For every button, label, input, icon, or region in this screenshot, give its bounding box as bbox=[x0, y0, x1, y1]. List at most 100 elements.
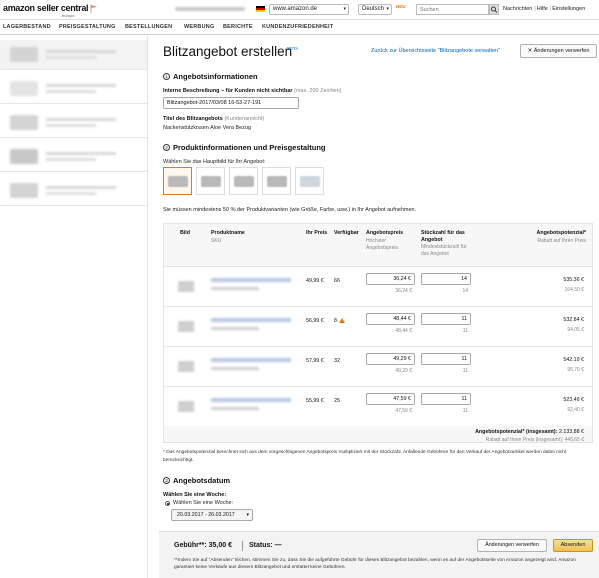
search-input[interactable] bbox=[416, 4, 489, 15]
offer-title-label: Titel des Blitzangebots (Kundenansicht) bbox=[163, 116, 265, 122]
product-image bbox=[178, 321, 194, 332]
amazon-logo[interactable]: amazon seller central bbox=[3, 3, 89, 13]
discount-value: 95,70 € bbox=[567, 367, 584, 373]
redacted-text bbox=[46, 124, 96, 127]
redacted-text bbox=[46, 84, 116, 87]
product-sku bbox=[211, 327, 259, 330]
deal-quantity-input[interactable]: 14 bbox=[421, 273, 471, 285]
page-title: Blitzangebot erstellen bbox=[163, 44, 293, 59]
sidebar-deal-item[interactable] bbox=[0, 142, 147, 172]
deal-quantity-input[interactable]: 11 bbox=[421, 353, 471, 365]
nav-pricing[interactable]: PREISGESTALTUNG bbox=[59, 24, 116, 30]
deal-quantity-input[interactable]: 11 bbox=[421, 313, 471, 325]
available-qty: 8 bbox=[334, 318, 345, 324]
max-offer-price: 48,44 € bbox=[395, 328, 412, 334]
offer-potential: 532,84 € bbox=[563, 317, 584, 323]
product-name-link[interactable] bbox=[211, 278, 291, 282]
help-link[interactable]: Hilfe bbox=[537, 6, 548, 12]
search-icon bbox=[491, 6, 498, 13]
offer-price-input[interactable]: 48,44 € bbox=[366, 313, 415, 325]
top-links: Nachrichten |Hilfe |Einstellungen bbox=[503, 6, 586, 12]
germany-flag-icon bbox=[256, 6, 265, 12]
main-image-option[interactable] bbox=[262, 167, 291, 195]
max-offer-price: 47,59 € bbox=[395, 408, 412, 414]
col-available: Verfügbar bbox=[334, 230, 359, 236]
week-date-select[interactable]: 20.03.2017 - 26.03.2017 ▾ bbox=[171, 509, 253, 521]
main-image-option[interactable] bbox=[295, 167, 324, 195]
flag-icon[interactable] bbox=[90, 4, 98, 13]
min-quantity: 11 bbox=[462, 408, 468, 414]
warning-icon[interactable] bbox=[338, 318, 345, 323]
submit-button[interactable]: Absenden bbox=[553, 539, 593, 552]
offer-price-input[interactable]: 49,29 € bbox=[366, 353, 415, 365]
internal-description-input[interactable]: Blitzangebot-2017/03/08 16-53-27-191 bbox=[163, 97, 299, 109]
deal-quantity-input[interactable]: 11 bbox=[421, 393, 471, 405]
product-image bbox=[300, 176, 320, 187]
product-name-link[interactable] bbox=[211, 318, 291, 322]
redacted-text bbox=[46, 158, 96, 161]
nav-reports[interactable]: BERICHTE bbox=[223, 24, 253, 30]
choose-week-label: Wählen Sie eine Woche: bbox=[163, 492, 227, 498]
chevron-down-icon: ▾ bbox=[246, 512, 249, 518]
product-image bbox=[178, 281, 194, 292]
redacted-text bbox=[46, 90, 96, 93]
discount-value: 164,50 € bbox=[564, 287, 584, 293]
settings-link[interactable]: Einstellungen bbox=[552, 6, 585, 12]
marketplace-select[interactable]: www.amazon.de ▾ bbox=[269, 4, 349, 15]
divider bbox=[242, 541, 243, 551]
step-number: 1 bbox=[163, 73, 170, 80]
product-image bbox=[168, 176, 188, 187]
your-price: 57,99 € bbox=[306, 358, 324, 364]
nav-orders[interactable]: BESTELLUNGEN bbox=[125, 24, 172, 30]
min-quantity: 11 bbox=[462, 368, 468, 374]
redacted-text bbox=[46, 152, 116, 155]
redacted-text bbox=[46, 186, 116, 189]
product-image bbox=[234, 176, 254, 187]
discard-changes-button[interactable]: ✕ Änderungen verwerfen bbox=[520, 44, 597, 58]
col-image: Bild bbox=[180, 230, 191, 236]
col-potential-sub: Rabatt auf Ihren Preis bbox=[537, 238, 586, 244]
back-to-overview-link[interactable]: Zurück zur Übersichtsseite "Blitzangebot… bbox=[371, 48, 500, 54]
messages-link[interactable]: Nachrichten bbox=[503, 6, 532, 12]
fee-amount: Gebühr**: 35,00 € bbox=[174, 542, 232, 549]
deal-sidebar bbox=[0, 36, 148, 578]
beta-badge: BETA bbox=[287, 46, 299, 51]
col-your-price: Ihr Preis bbox=[306, 230, 328, 236]
main-image-option[interactable] bbox=[196, 167, 225, 195]
language-select[interactable]: Deutsch ▾ bbox=[358, 4, 392, 15]
product-thumbnail bbox=[10, 115, 38, 130]
main-image-option[interactable] bbox=[163, 167, 192, 195]
sidebar-deal-item[interactable] bbox=[0, 108, 147, 138]
sidebar-deal-item[interactable] bbox=[0, 74, 147, 104]
week-radio-label[interactable]: Wählen Sie eine Woche: bbox=[173, 500, 233, 506]
product-table: Bild Produktname SKU Ihr Preis Verfügbar… bbox=[163, 223, 593, 443]
table-row: 55,99 € 25 47,59 € 47,59 € 11 11 523,49 … bbox=[164, 386, 592, 426]
offer-potential: 523,49 € bbox=[563, 397, 584, 403]
main-image-option[interactable] bbox=[229, 167, 258, 195]
offer-title-value: Nackenstützkissen Aloe Vera Bezug bbox=[163, 125, 252, 131]
offer-price-input[interactable]: 36,24 € bbox=[366, 273, 415, 285]
total-discount: Rabatt auf Ihren Preis (insgesamt): 446,… bbox=[485, 437, 584, 443]
product-sku bbox=[211, 407, 259, 410]
discard-changes-button-bottom[interactable]: Änderungen verwerfen bbox=[477, 539, 547, 552]
max-offer-price: 49,29 € bbox=[395, 368, 412, 374]
week-radio[interactable] bbox=[165, 501, 170, 506]
product-thumbnail bbox=[10, 47, 38, 62]
section-offer-date: 3 Angebotsdatum bbox=[163, 476, 230, 485]
search-button[interactable] bbox=[489, 4, 499, 15]
available-qty: 25 bbox=[334, 398, 340, 404]
offer-price-input[interactable]: 47,59 € bbox=[366, 393, 415, 405]
nav-inventory[interactable]: LAGERBESTAND bbox=[3, 24, 51, 30]
description-label: Interne Beschreibung – für Kunden nicht … bbox=[163, 88, 342, 94]
redacted-text bbox=[46, 192, 96, 195]
nav-advertising[interactable]: WERBUNG bbox=[184, 24, 214, 30]
product-name-link[interactable] bbox=[211, 358, 291, 362]
main-nav: LAGERBESTAND PREISGESTALTUNG BESTELLUNGE… bbox=[0, 20, 599, 35]
redacted-text bbox=[46, 50, 116, 53]
nav-customer-satisfaction[interactable]: KUNDENZUFRIEDENHEIT bbox=[262, 24, 333, 30]
sidebar-deal-item[interactable] bbox=[0, 176, 147, 206]
store-name-redacted bbox=[175, 7, 245, 11]
product-name-link[interactable] bbox=[211, 398, 291, 402]
sidebar-deal-item[interactable] bbox=[0, 40, 147, 70]
your-price: 55,99 € bbox=[306, 398, 324, 404]
